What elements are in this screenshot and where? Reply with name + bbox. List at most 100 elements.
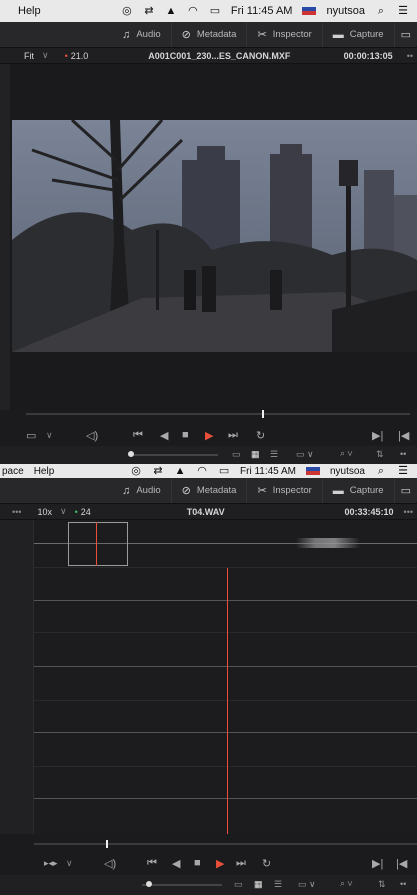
- channel-3-waveform: [34, 732, 417, 733]
- search-icon[interactable]: ⌕: [375, 465, 387, 477]
- stop-icon[interactable]: ■: [194, 857, 201, 869]
- options-icon[interactable]: ••: [400, 449, 406, 459]
- wifi-icon[interactable]: ◠: [196, 465, 208, 477]
- waveform-playhead[interactable]: [227, 568, 228, 834]
- playhead[interactable]: [262, 410, 264, 418]
- control-icon[interactable]: ⇄: [152, 465, 164, 477]
- wifi-icon[interactable]: ◠: [187, 5, 199, 17]
- stop-icon[interactable]: ■: [182, 429, 189, 441]
- waveform-viewer[interactable]: [0, 520, 417, 834]
- expand-tab[interactable]: ▭: [393, 22, 417, 47]
- metadata-view-icon[interactable]: ▭ ∨: [296, 449, 314, 460]
- more-left[interactable]: •••: [12, 507, 21, 517]
- timecode: 00:00:13:05: [343, 50, 393, 61]
- fps-value: 24: [80, 506, 91, 517]
- control-icon[interactable]: ⇄: [143, 5, 155, 17]
- metadata-tab[interactable]: ⊘ Metadata: [170, 22, 247, 47]
- track-gutter: [0, 520, 34, 834]
- more-options[interactable]: •••: [404, 507, 413, 517]
- menubar-clock[interactable]: Fri 11:45 AM: [240, 466, 296, 477]
- viewer-top[interactable]: [0, 64, 417, 410]
- list-icon[interactable]: ☰: [397, 5, 409, 17]
- more-options[interactable]: ••: [407, 51, 413, 61]
- list-view-icon[interactable]: ☰: [270, 449, 278, 460]
- inspector-tab[interactable]: ✂ Inspector: [246, 478, 321, 503]
- zoom-chevron-icon[interactable]: ∨: [42, 50, 49, 61]
- inspector-tab[interactable]: ✂ Inspector: [246, 22, 321, 47]
- skip-forward-icon[interactable]: ⏭: [228, 429, 238, 442]
- skip-forward-icon[interactable]: ⏭: [236, 857, 246, 870]
- channel-2-waveform: [34, 666, 417, 667]
- menubar-user[interactable]: nyutsoa: [326, 5, 365, 17]
- step-back-icon[interactable]: ◀: [172, 857, 180, 870]
- metadata-label: Metadata: [196, 485, 237, 496]
- filmstrip-icon[interactable]: ▭: [232, 449, 241, 460]
- creative-cloud-icon[interactable]: ◎: [130, 465, 142, 477]
- flag-icon[interactable]: [302, 7, 317, 15]
- mark-in-icon[interactable]: ▶|: [372, 429, 383, 442]
- list-view-icon[interactable]: ☰: [274, 879, 282, 890]
- menu-help-bottom[interactable]: Help: [24, 466, 55, 477]
- loop-icon[interactable]: ↻: [262, 857, 271, 870]
- drive-icon[interactable]: ▲: [165, 5, 177, 17]
- fps-dot: •: [64, 50, 68, 61]
- zoom-slider-knob[interactable]: [128, 451, 134, 457]
- menu-help[interactable]: Help: [0, 5, 41, 17]
- capture-tab[interactable]: ▬ Capture: [321, 478, 394, 503]
- view-mode-icon[interactable]: ▭: [26, 429, 36, 442]
- sort-icon[interactable]: ⇅: [376, 449, 384, 460]
- audio-channels-icon[interactable]: ▸◂▸: [44, 858, 58, 869]
- bottom-toolbar-top: ▭ ▦ ☰ ▭ ∨ ⌕ ∨ ⇅ ••: [0, 446, 417, 464]
- zoom-chevron-icon[interactable]: ∨: [60, 506, 67, 517]
- sort-icon[interactable]: ⇅: [378, 879, 386, 890]
- zoom-level[interactable]: 10x: [37, 507, 52, 517]
- metadata-view-icon[interactable]: ▭ ∨: [298, 879, 316, 890]
- capture-tab[interactable]: ▬ Capture: [321, 22, 394, 47]
- playhead[interactable]: [106, 840, 108, 848]
- search-clips-icon[interactable]: ⌕ ∨: [340, 448, 353, 459]
- grid-icon[interactable]: ▦: [254, 879, 263, 890]
- audio-tab[interactable]: ♫ Audio: [112, 22, 171, 47]
- loop-icon[interactable]: ↻: [256, 429, 265, 442]
- battery-icon[interactable]: ▭: [218, 465, 230, 477]
- view-chevron-icon[interactable]: ∨: [46, 430, 53, 441]
- search-icon[interactable]: ⌕: [375, 5, 387, 17]
- options-icon[interactable]: ••: [400, 879, 406, 889]
- play-icon[interactable]: ▶: [205, 429, 213, 442]
- skip-back-icon[interactable]: ⏮: [147, 857, 157, 870]
- battery-icon[interactable]: ▭: [209, 5, 221, 17]
- tag-icon: ⊘: [181, 485, 191, 497]
- expand-tab[interactable]: ▭: [393, 478, 417, 503]
- zoom-slider[interactable]: [142, 884, 222, 886]
- zoom-slider[interactable]: [128, 454, 218, 456]
- zoom-fit[interactable]: Fit: [24, 51, 34, 61]
- step-back-icon[interactable]: ◀: [160, 429, 168, 442]
- play-icon[interactable]: ▶: [216, 857, 224, 870]
- menubar-clock[interactable]: Fri 11:45 AM: [231, 5, 293, 17]
- menubar-user[interactable]: nyutsoa: [330, 466, 365, 477]
- mark-out-icon[interactable]: |◀: [396, 857, 407, 870]
- audio-label: Audio: [136, 485, 161, 496]
- drive-icon[interactable]: ▲: [174, 465, 186, 477]
- scrubber-top[interactable]: [26, 410, 410, 418]
- skip-back-icon[interactable]: ⏮: [133, 429, 143, 442]
- filmstrip-icon[interactable]: ▭: [234, 879, 243, 890]
- grid-icon[interactable]: ▦: [251, 449, 260, 460]
- volume-icon[interactable]: ◁): [104, 857, 116, 870]
- inspector-label: Inspector: [272, 485, 312, 496]
- flag-icon[interactable]: [305, 467, 320, 475]
- zoom-slider-knob[interactable]: [146, 881, 152, 887]
- menu-workspace[interactable]: pace: [0, 466, 24, 477]
- metadata-tab[interactable]: ⊘ Metadata: [170, 478, 247, 503]
- channel-chevron-icon[interactable]: ∨: [66, 858, 73, 869]
- search-clips-icon[interactable]: ⌕ ∨: [340, 878, 353, 889]
- capture-label: Capture: [349, 485, 384, 496]
- audio-tab[interactable]: ♫ Audio: [112, 478, 171, 503]
- mark-in-icon[interactable]: ▶|: [372, 857, 383, 870]
- mark-out-icon[interactable]: |◀: [398, 429, 409, 442]
- volume-icon[interactable]: ◁): [86, 429, 98, 442]
- overview-selection[interactable]: [68, 522, 128, 566]
- list-icon[interactable]: ☰: [397, 465, 409, 477]
- scrubber-bottom[interactable]: [34, 840, 417, 848]
- creative-cloud-icon[interactable]: ◎: [121, 5, 133, 17]
